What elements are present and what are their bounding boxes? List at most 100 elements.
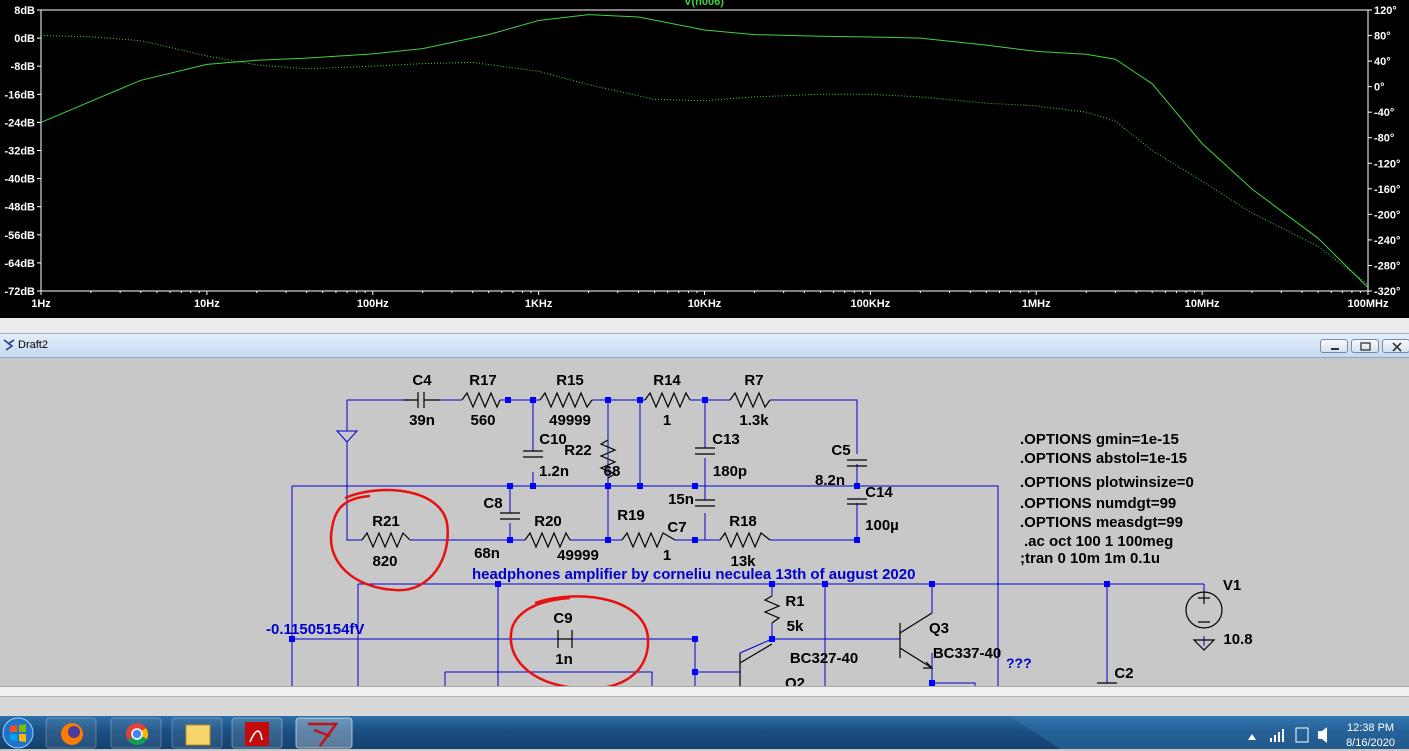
minimize-button[interactable] [1320, 339, 1348, 353]
x-tick-label: 10Hz [194, 298, 220, 310]
left-tick-label: -40dB [4, 174, 35, 186]
component-name: C13 [712, 431, 740, 448]
taskbar: 12:38 PM 8/16/2020 [0, 716, 1409, 749]
directive-line[interactable]: .OPTIONS plotwinsize=0 [1020, 474, 1194, 491]
component-value: 100µ [865, 517, 899, 534]
component-name: Q2 [785, 675, 805, 686]
x-tick-label: 1MHz [1022, 298, 1051, 310]
plot-svg: V(n006) 8dB 0dB -8dB -16dB -24dB -32dB -40dB -4… [4, 0, 1400, 310]
directive-line[interactable]: .OPTIONS gmin=1e-15 [1020, 431, 1179, 448]
schematic-canvas[interactable]: C4 39n R17 560 R15 49999 R14 1 R7 1.3k C10 1.2n R22 6… [0, 358, 1409, 686]
component-name: C2 [1114, 665, 1133, 682]
x-tick-label: 10KHz [688, 298, 722, 310]
close-button[interactable] [1382, 339, 1409, 353]
node-voltage-label[interactable]: -0.11505154fV [266, 621, 364, 638]
schematic-svg: C4 39n R17 560 R15 49999 R14 1 R7 1.3k C10 1.2n R22 6… [266, 372, 1253, 686]
signal-icon [1270, 738, 1272, 742]
trace-title[interactable]: V(n006) [684, 0, 724, 8]
component-name: C7 [667, 519, 686, 536]
component-name: R7 [744, 372, 763, 389]
component-value: 820 [372, 553, 397, 570]
directive-line[interactable]: .OPTIONS numdgt=99 [1020, 495, 1176, 512]
x-tick-label: 100MHz [1348, 298, 1389, 310]
component-value: 1.3k [739, 412, 769, 429]
left-tick-label: 0dB [14, 33, 35, 45]
component-value: 10.8 [1223, 631, 1252, 648]
left-tick-label: -8dB [11, 61, 36, 73]
left-tick-label: -16dB [4, 89, 35, 101]
left-tick-label: -32dB [4, 146, 35, 158]
component-name: R21 [372, 513, 400, 530]
question-marks-text[interactable]: ??? [1006, 655, 1032, 671]
right-tick-label: 0° [1374, 82, 1385, 94]
component-value: 1 [663, 412, 671, 429]
component-name: R20 [534, 513, 562, 530]
x-tick-label: 100Hz [357, 298, 389, 310]
component-name: R17 [469, 372, 497, 389]
right-axis: 120° 80° 40° 0° -40° -80° -120° -160° -200° -240°… [1368, 5, 1400, 298]
component-value: 68n [474, 545, 500, 562]
pane-separator[interactable] [0, 318, 1409, 334]
directive-line[interactable]: .OPTIONS measdgt=99 [1020, 514, 1183, 531]
component-name: C9 [553, 610, 572, 627]
x-tick-label: 1KHz [525, 298, 553, 310]
clock-time: 12:38 PM [1346, 722, 1395, 734]
right-tick-label: -280° [1374, 260, 1400, 272]
right-tick-label: -160° [1374, 184, 1400, 196]
component-value: 49999 [549, 412, 591, 429]
directive-line[interactable]: ;tran 0 10m 1m 0.1u [1020, 550, 1160, 567]
component-name: Q3 [929, 620, 949, 637]
schematic-comment[interactable]: headphones amplifier by corneliu neculea… [472, 566, 915, 583]
component-name: C8 [483, 495, 502, 512]
component-name: R15 [556, 372, 584, 389]
component-value: 8.2n [815, 472, 845, 489]
component-value: 1.2n [539, 463, 569, 480]
window-bottom-strip [0, 696, 1409, 717]
frequency-axis: 1Hz 10Hz 100Hz 1KHz 10KHz 100KHz 1MHz 10MHz 100M… [31, 291, 1389, 310]
component-value: 39n [409, 412, 435, 429]
restore-button[interactable] [1351, 339, 1379, 353]
folder-icon [185, 724, 211, 746]
component-name: R22 [564, 442, 592, 459]
component-value: 1n [555, 651, 573, 668]
component-name: R19 [617, 507, 645, 524]
component-value: BC327-40 [790, 650, 858, 667]
schematic-app-icon [3, 339, 15, 351]
component-name: R1 [785, 593, 804, 610]
right-tick-label: 40° [1374, 56, 1391, 68]
directive-line[interactable]: .ac oct 100 1 100meg [1024, 533, 1173, 550]
phase-trace[interactable] [40, 35, 1369, 285]
x-tick-label: 10MHz [1185, 298, 1220, 310]
right-tick-label: -200° [1374, 209, 1400, 221]
left-tick-label: 8dB [14, 5, 35, 17]
right-tick-label: -240° [1374, 235, 1400, 247]
right-tick-label: -120° [1374, 158, 1400, 170]
component-value: 560 [470, 412, 495, 429]
component-value: 5k [787, 618, 804, 635]
left-tick-label: -48dB [4, 202, 35, 214]
right-tick-label: -320° [1374, 286, 1400, 298]
component-value: 49999 [557, 547, 599, 564]
spice-directives[interactable]: .OPTIONS gmin=1e-15 .OPTIONS abstol=1e-1… [1020, 431, 1194, 567]
component-value: 180p [713, 463, 747, 480]
acrobat-icon [245, 722, 269, 746]
left-tick-label: -56dB [4, 230, 35, 242]
component-name: R14 [653, 372, 681, 389]
schematic-window-titlebar[interactable]: Draft2 [0, 334, 1409, 358]
clock[interactable]: 12:38 PM 8/16/2020 [1346, 721, 1395, 751]
left-tick-label: -24dB [4, 117, 35, 129]
left-tick-label: -72dB [4, 286, 35, 298]
junctions [289, 397, 1110, 686]
directive-line[interactable]: .OPTIONS abstol=1e-15 [1020, 450, 1187, 467]
waveform-plot[interactable]: V(n006) 8dB 0dB -8dB -16dB -24dB -32dB -40dB -4… [0, 0, 1409, 318]
component-value: BC337-40 [933, 645, 1001, 662]
magnitude-trace[interactable] [40, 14, 1369, 288]
x-tick-label: 100KHz [851, 298, 891, 310]
start-orb[interactable] [2, 717, 34, 749]
component-value: 68 [604, 463, 621, 480]
component-value: 1 [663, 547, 671, 564]
right-tick-label: 120° [1374, 5, 1397, 17]
right-tick-label: 80° [1374, 31, 1391, 43]
component-value: 15n [668, 491, 694, 508]
left-axis: 8dB 0dB -8dB -16dB -24dB -32dB -40dB -48dB -56dB… [4, 5, 41, 298]
